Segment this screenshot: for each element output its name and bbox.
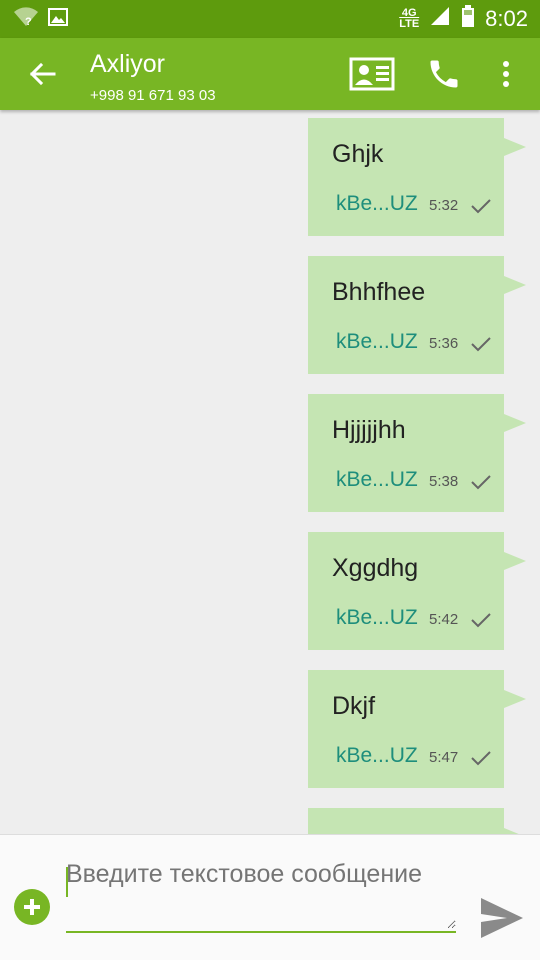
message-input[interactable]	[66, 857, 456, 929]
message-text: Bhhfhee	[332, 278, 426, 306]
sent-check-icon	[471, 199, 491, 214]
message-list[interactable]: Ghjk kBe...UZ 5:32 Bhhfhee kBe...UZ 5:36…	[0, 110, 540, 834]
message-text: Xggdhg	[332, 554, 419, 582]
message-sender: kBe...UZ	[336, 192, 418, 215]
message-sender: kBe...UZ	[336, 744, 418, 767]
sent-check-icon	[471, 751, 491, 766]
image-icon	[48, 8, 68, 31]
message-sender: kBe...UZ	[336, 330, 418, 353]
text-cursor	[66, 867, 68, 897]
sent-check-icon	[471, 475, 491, 490]
message-bubble[interactable]: Dkjf kBe...UZ 5:47	[308, 670, 526, 788]
phone-icon	[430, 60, 458, 88]
back-button[interactable]	[22, 56, 62, 92]
conversation-title: Axliyor	[90, 50, 166, 78]
message-bubble-partial[interactable]	[308, 808, 526, 834]
message-time: 5:42	[429, 611, 459, 628]
back-arrow-icon	[29, 62, 56, 86]
contact-details-button[interactable]	[348, 54, 396, 94]
attach-button[interactable]	[14, 889, 50, 925]
input-underline	[66, 931, 456, 933]
signal-icon	[429, 5, 451, 32]
conversation-phone-number: +998 91 671 93 03	[90, 87, 216, 104]
send-button[interactable]	[478, 895, 526, 941]
message-text: Ghjk	[332, 140, 384, 168]
status-bar: ? 4G LTE 8:02	[0, 0, 540, 38]
message-bubble[interactable]: Hjjjjjhh kBe...UZ 5:38	[308, 394, 526, 512]
more-options-button[interactable]	[484, 54, 528, 94]
more-vert-icon	[503, 61, 509, 87]
message-composer	[0, 834, 540, 960]
plus-icon	[24, 899, 40, 915]
svg-text:?: ?	[25, 16, 32, 28]
message-time: 5:47	[429, 749, 459, 766]
contact-card-icon	[349, 57, 395, 91]
message-time: 5:38	[429, 473, 459, 490]
sent-check-icon	[471, 337, 491, 352]
message-bubble[interactable]: Ghjk kBe...UZ 5:32	[308, 118, 526, 236]
clock: 8:02	[485, 5, 528, 31]
message-sender: kBe...UZ	[336, 606, 418, 629]
message-sender: kBe...UZ	[336, 468, 418, 491]
message-bubble[interactable]: Bhhfhee kBe...UZ 5:36	[308, 256, 526, 374]
message-time: 5:36	[429, 335, 459, 352]
sent-check-icon	[471, 613, 491, 628]
message-text: Hjjjjjhh	[332, 416, 406, 444]
message-bubble[interactable]: Xggdhg kBe...UZ 5:42	[308, 532, 526, 650]
network-type-label: 4G LTE	[399, 6, 420, 30]
message-text: Dkjf	[332, 692, 376, 720]
message-time: 5:32	[429, 197, 459, 214]
app-bar: Axliyor +998 91 671 93 03	[0, 38, 540, 110]
wifi-icon: ?	[12, 6, 40, 33]
send-icon	[481, 898, 523, 938]
battery-icon	[461, 4, 475, 33]
call-button[interactable]	[420, 54, 468, 94]
